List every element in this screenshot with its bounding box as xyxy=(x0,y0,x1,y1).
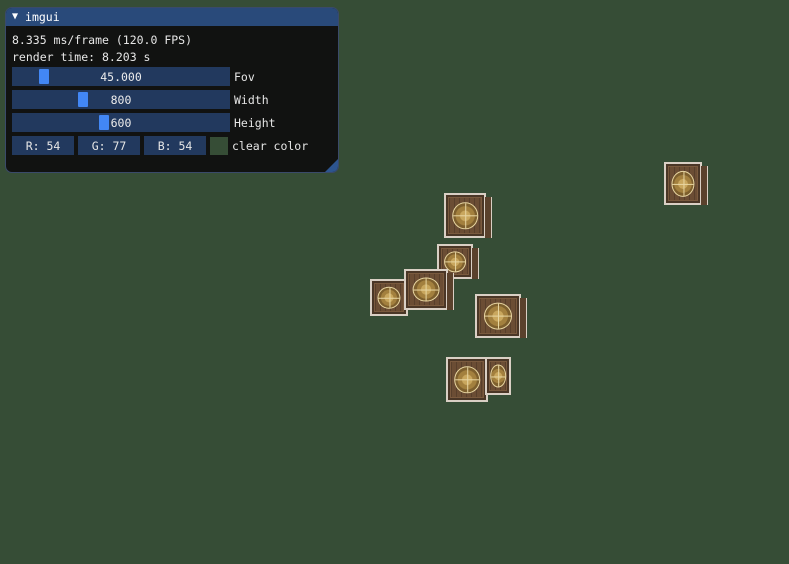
crate-emblem-icon xyxy=(483,302,513,330)
frame-time-text: 8.335 ms/frame (120.0 FPS) xyxy=(12,33,193,47)
collapse-arrow-icon[interactable]: ▼ xyxy=(12,12,18,22)
fov-row: 45.000 Fov xyxy=(12,67,338,86)
height-row: 600 Height xyxy=(12,113,338,132)
width-label: Width xyxy=(234,92,269,107)
clear-color-row: R: 54 G: 77 B: 54 clear color xyxy=(12,136,338,155)
crate xyxy=(446,357,488,402)
width-row: 800 Width xyxy=(12,90,338,109)
crate xyxy=(444,193,492,238)
clear-color-g-field[interactable]: G: 77 xyxy=(78,136,140,155)
clear-color-label: clear color xyxy=(232,138,309,153)
crate xyxy=(404,269,454,310)
window-title-bar[interactable]: ▼ imgui xyxy=(6,8,338,26)
clear-color-b-text: B: 54 xyxy=(157,138,193,153)
clear-color-r-field[interactable]: R: 54 xyxy=(12,136,74,155)
crate-emblem-icon xyxy=(671,170,695,197)
crate-emblem-icon xyxy=(490,364,506,388)
fov-slider[interactable]: 45.000 xyxy=(12,67,230,86)
width-slider[interactable]: 800 xyxy=(12,90,230,109)
fov-label: Fov xyxy=(234,69,255,84)
clear-color-g-text: G: 77 xyxy=(91,138,127,153)
crate xyxy=(475,294,527,338)
width-value: 800 xyxy=(110,92,132,107)
crate-emblem-icon xyxy=(412,277,440,302)
height-label: Height xyxy=(234,115,276,130)
crate xyxy=(664,162,708,205)
clear-color-b-field[interactable]: B: 54 xyxy=(144,136,206,155)
height-value: 600 xyxy=(110,115,132,130)
resize-grip-icon[interactable] xyxy=(325,159,338,172)
imgui-window[interactable]: ▼ imgui 8.335 ms/frame (120.0 FPS) rende… xyxy=(5,7,339,173)
width-slider-grab[interactable] xyxy=(78,92,88,107)
clear-color-r-text: R: 54 xyxy=(25,138,61,153)
crate-emblem-icon xyxy=(452,201,478,230)
clear-color-swatch[interactable] xyxy=(210,136,228,155)
crate xyxy=(485,357,511,395)
render-time-text: render time: 8.203 s xyxy=(12,50,151,64)
crate xyxy=(370,279,408,316)
height-slider[interactable]: 600 xyxy=(12,113,230,132)
fov-slider-grab[interactable] xyxy=(39,69,49,84)
height-slider-grab[interactable] xyxy=(99,115,109,130)
crate-emblem-icon xyxy=(454,365,480,394)
window-title: imgui xyxy=(25,10,60,24)
